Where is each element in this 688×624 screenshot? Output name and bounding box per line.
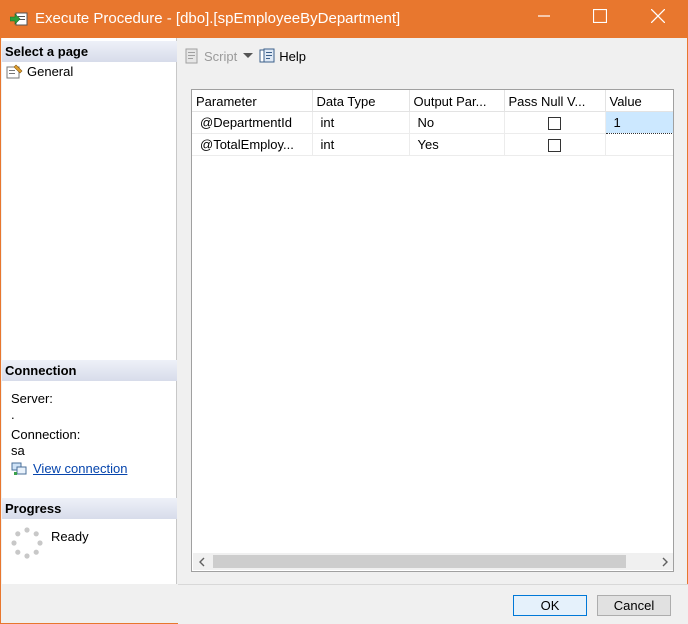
data-type-cell[interactable]: int <box>312 133 410 156</box>
parameters-grid: Parameter Data Type Output Par... Pass N… <box>191 89 674 572</box>
pass-null-checkbox[interactable] <box>548 116 561 130</box>
column-header-pass-null[interactable]: Pass Null V... <box>504 90 606 112</box>
view-connection: View connection <box>11 461 127 476</box>
close-button[interactable] <box>635 1 681 31</box>
output-cell[interactable]: No <box>409 111 505 134</box>
scrollbar-thumb[interactable] <box>213 555 626 568</box>
table-row: @TotalEmploy... int Yes <box>192 133 673 156</box>
help-icon <box>259 48 275 63</box>
minimize-icon <box>538 15 550 17</box>
pass-null-checkbox[interactable] <box>548 138 561 152</box>
value-cell[interactable] <box>605 133 673 156</box>
parameter-cell[interactable]: @DepartmentId <box>192 111 313 134</box>
chevron-right-icon <box>662 557 668 566</box>
view-connection-link[interactable]: View connection <box>33 461 127 476</box>
minimize-button[interactable] <box>521 1 567 31</box>
window-title: Execute Procedure - [dbo].[spEmployeeByD… <box>35 10 401 27</box>
chevron-down-icon <box>243 53 254 58</box>
close-icon <box>651 9 665 23</box>
script-label: Script <box>204 48 238 64</box>
page-item-general[interactable]: General <box>6 64 73 79</box>
execute-icon <box>10 12 28 26</box>
column-header-value[interactable]: Value <box>605 90 673 112</box>
title-bar: Execute Procedure - [dbo].[spEmployeeByD… <box>1 1 687 38</box>
button-bar: OK Cancel <box>178 584 688 624</box>
execute-procedure-dialog: Execute Procedure - [dbo].[spEmployeeByD… <box>0 0 688 624</box>
server-value: . <box>11 407 15 422</box>
column-header-data-type[interactable]: Data Type <box>312 90 410 112</box>
script-dropdown-button[interactable] <box>243 52 254 60</box>
progress-spinner-icon <box>11 527 43 559</box>
main-panel: Script Help Parameter Data Type Output P… <box>178 38 687 584</box>
output-cell[interactable]: Yes <box>409 133 505 156</box>
ok-button[interactable]: OK <box>513 595 587 616</box>
value-cell[interactable]: 1 <box>604 110 673 134</box>
progress-header: Progress <box>2 498 177 519</box>
table-row: @DepartmentId int No 1 <box>192 110 673 134</box>
pass-null-cell[interactable] <box>504 111 606 134</box>
connection-value: sa <box>11 443 25 458</box>
scroll-left-button[interactable] <box>193 554 210 569</box>
maximize-icon <box>593 9 607 23</box>
select-page-header: Select a page <box>2 41 177 62</box>
cancel-button[interactable]: Cancel <box>597 595 671 616</box>
data-type-cell[interactable]: int <box>312 111 410 134</box>
progress-area: Ready <box>11 527 89 559</box>
connection-properties-icon <box>11 462 27 475</box>
scroll-right-button[interactable] <box>656 554 673 569</box>
column-header-parameter[interactable]: Parameter <box>192 90 313 112</box>
progress-status: Ready <box>51 529 89 544</box>
connection-label: Connection: <box>11 427 81 442</box>
connection-header: Connection <box>2 360 177 381</box>
script-icon <box>185 48 198 64</box>
pass-null-cell[interactable] <box>504 133 606 156</box>
server-label: Server: <box>11 391 53 406</box>
help-button[interactable]: Help <box>259 48 306 64</box>
script-button[interactable]: Script <box>184 48 237 64</box>
grid-header-row: Parameter Data Type Output Par... Pass N… <box>192 90 673 112</box>
maximize-button[interactable] <box>577 1 623 31</box>
chevron-left-icon <box>198 557 204 566</box>
horizontal-scrollbar[interactable] <box>193 553 673 570</box>
help-label: Help <box>279 48 306 64</box>
parameter-cell[interactable]: @TotalEmploy... <box>192 133 313 156</box>
properties-page-icon <box>6 64 23 79</box>
page-item-label: General <box>27 64 74 79</box>
toolbar: Script Help <box>178 38 687 74</box>
sidebar: Select a page General Connection Server:… <box>2 38 177 584</box>
column-header-output[interactable]: Output Par... <box>409 90 505 112</box>
